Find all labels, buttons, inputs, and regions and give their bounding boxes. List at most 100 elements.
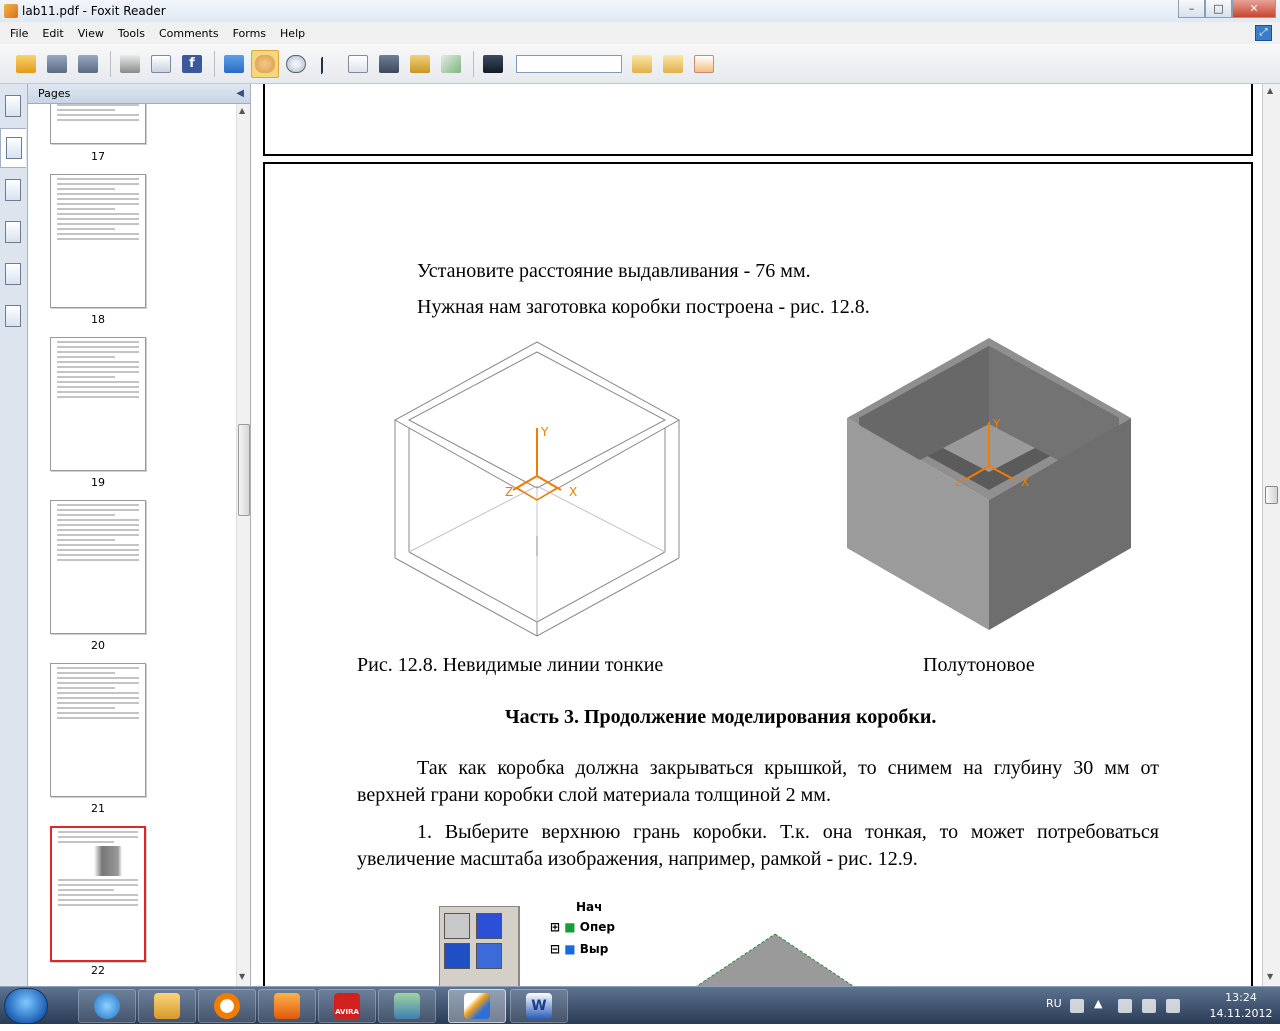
layers-icon	[5, 179, 21, 201]
menu-view[interactable]: View	[78, 27, 104, 40]
menu-file[interactable]: File	[10, 27, 28, 40]
network-icon[interactable]	[1142, 999, 1156, 1013]
taskbar-word[interactable]: W	[510, 989, 568, 1023]
document-scrollbar[interactable]: ▲ ▼	[1262, 84, 1280, 986]
find-next-button[interactable]	[659, 50, 687, 78]
pages-panel-header: Pages ◀	[28, 84, 250, 104]
page-thumbnail-20[interactable]	[50, 500, 146, 634]
language-indicator[interactable]: RU	[1046, 997, 1062, 1010]
figure-caption-left: Рис. 12.8. Невидимые линии тонкие	[357, 654, 664, 676]
save-button[interactable]	[43, 50, 71, 78]
hand-tool-button[interactable]	[251, 49, 279, 78]
thumbnails-scrollbar[interactable]: ▲ ▼	[236, 104, 250, 986]
scrollbar-handle[interactable]	[1265, 486, 1278, 504]
toolbar-separator	[473, 50, 474, 77]
tab-comments[interactable]	[0, 212, 26, 252]
next-icon	[663, 54, 683, 73]
axis-label-z-shaded: Z	[955, 475, 963, 489]
email-button[interactable]	[147, 50, 175, 78]
menu-tools[interactable]: Tools	[118, 27, 145, 40]
foxit-app-icon	[4, 4, 18, 18]
taskbar-foxit-reader[interactable]	[448, 989, 506, 1023]
scroll-down-icon[interactable]: ▼	[239, 972, 245, 981]
page-thumbnail-18[interactable]	[50, 174, 146, 308]
start-button[interactable]	[4, 988, 48, 1024]
zoom-tool-button[interactable]	[282, 50, 310, 78]
show-hidden-icons[interactable]: ▲	[1094, 997, 1108, 1011]
bookmark-icon	[5, 95, 21, 117]
menu-help[interactable]: Help	[280, 27, 305, 40]
paragraph-lid-layer: Так как коробка должна закрываться крышк…	[357, 757, 1159, 806]
select-text-button[interactable]	[344, 50, 372, 78]
paragraph-select-face: 1. Выберите верхнюю грань коробки. Т.к. …	[357, 821, 1159, 870]
page-thumbnail-17[interactable]	[50, 104, 146, 144]
flag-icon[interactable]	[1118, 999, 1132, 1013]
email-icon	[151, 54, 171, 73]
printer-icon	[120, 54, 140, 73]
paperclip-icon	[5, 263, 21, 285]
clock-date[interactable]: 14.11.2012	[1208, 1007, 1274, 1020]
menu-edit[interactable]: Edit	[42, 27, 63, 40]
toolbar: f	[0, 44, 1280, 84]
taskbar-windows-explorer[interactable]	[138, 989, 196, 1023]
clock-time[interactable]: 13:24	[1208, 991, 1274, 1004]
search-input[interactable]	[516, 54, 622, 73]
tree-item: ⊞ ■ Опер	[550, 920, 615, 934]
taskbar-mail[interactable]	[198, 989, 256, 1023]
taskbar-network-users[interactable]	[378, 989, 436, 1023]
find-button[interactable]	[479, 50, 507, 78]
axis-label-y: Y	[540, 425, 549, 439]
taskbar-internet-explorer[interactable]	[78, 989, 136, 1023]
thumbnail-label: 20	[91, 639, 105, 652]
open-button[interactable]	[12, 50, 40, 78]
navigation-tabs	[0, 84, 28, 986]
print-button[interactable]	[116, 50, 144, 78]
sign-tool-button[interactable]	[437, 50, 465, 78]
restore-view-icon[interactable]: ⤢	[1255, 25, 1272, 41]
save-as-button[interactable]	[74, 50, 102, 78]
rms-button[interactable]	[406, 50, 434, 78]
section-heading: Часть 3. Продолжение моделирования короб…	[505, 706, 937, 728]
snapshot-button[interactable]	[375, 50, 403, 78]
page-thumbnail-22[interactable]	[50, 826, 146, 962]
scroll-up-icon[interactable]: ▲	[239, 106, 245, 115]
system-tray: RU ▲ 13:24 14.11.2012	[1040, 987, 1280, 1025]
document-view: Установите расстояние выдавливания - 76 …	[250, 84, 1262, 992]
tab-signatures[interactable]	[0, 296, 26, 336]
close-button[interactable]: ✕	[1232, 0, 1276, 18]
collapse-panel-icon[interactable]: ◀	[236, 84, 244, 104]
facebook-button[interactable]: f	[178, 50, 206, 78]
scroll-down-icon[interactable]: ▼	[1267, 972, 1273, 981]
window-title: lab11.pdf - Foxit Reader	[22, 4, 166, 18]
play-icon	[274, 993, 300, 1019]
tab-layers[interactable]	[0, 170, 26, 210]
minimize-button[interactable]: –	[1178, 0, 1205, 18]
tab-pages[interactable]	[0, 128, 26, 168]
search-options-icon	[694, 54, 714, 73]
tab-attachments[interactable]	[0, 254, 26, 294]
paragraph-extrude-distance: Установите расстояние выдавливания - 76 …	[417, 260, 811, 282]
scrollbar-handle[interactable]	[238, 424, 250, 516]
taskbar-avira[interactable]: AVIRA	[318, 989, 376, 1023]
fullscreen-button[interactable]	[220, 50, 248, 78]
at-sign-icon	[214, 993, 240, 1019]
menu-forms[interactable]: Forms	[233, 27, 266, 40]
word-icon: W	[526, 993, 552, 1019]
pdf-page: Установите расстояние выдавливания - 76 …	[263, 162, 1253, 992]
taskbar-media-player[interactable]	[258, 989, 316, 1023]
tree-item: Нач	[576, 900, 603, 914]
search-options-button[interactable]	[690, 50, 718, 78]
scroll-up-icon[interactable]: ▲	[1267, 86, 1273, 95]
foxit-icon	[464, 993, 490, 1019]
zoomed-face-fragment	[690, 934, 860, 990]
page-thumbnail-19[interactable]	[50, 337, 146, 471]
keyboard-icon[interactable]	[1070, 999, 1084, 1013]
menu-bar: File Edit View Tools Comments Forms Help…	[0, 22, 1280, 44]
find-previous-button[interactable]	[628, 50, 656, 78]
menu-comments[interactable]: Comments	[159, 27, 219, 40]
select-tool-button[interactable]	[313, 50, 341, 78]
tab-bookmarks[interactable]	[0, 86, 26, 126]
maximize-button[interactable]: □	[1205, 0, 1232, 18]
page-thumbnail-21[interactable]	[50, 663, 146, 797]
volume-icon[interactable]	[1166, 999, 1180, 1013]
